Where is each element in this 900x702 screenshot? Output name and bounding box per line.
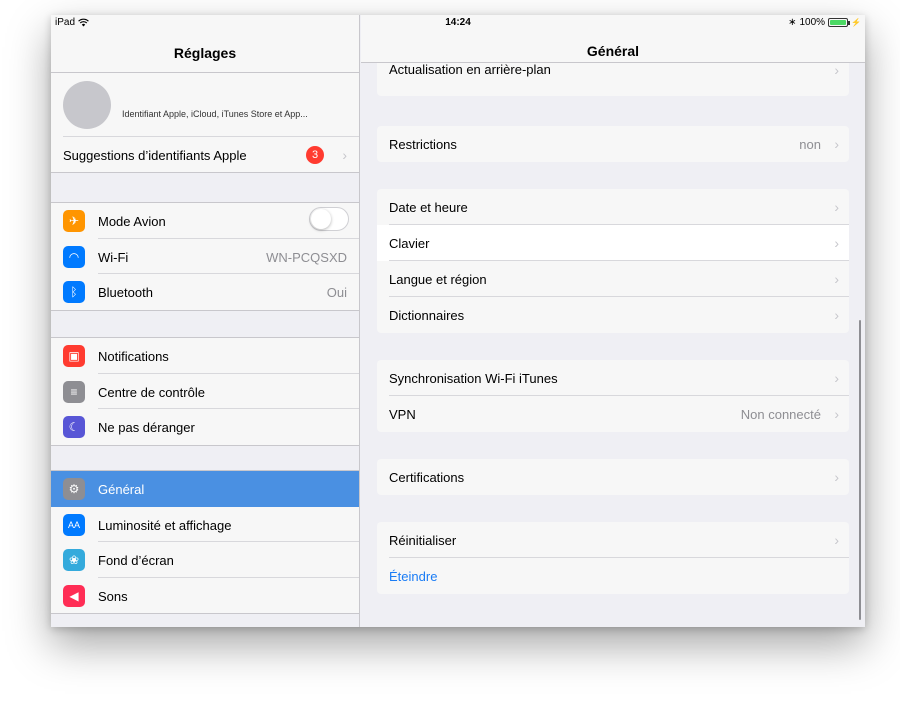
- battery-percent: 100%: [799, 17, 826, 28]
- airplane-icon: ✈: [63, 210, 85, 232]
- row-label: Clavier: [389, 236, 430, 251]
- settings-card: Réinitialiser › Éteindre: [377, 522, 849, 594]
- settings-card: Synchronisation Wi-Fi iTunes › VPN Non conn…: [377, 360, 849, 432]
- status-bar: iPad 14:24 ∗ 100% ⚡: [51, 15, 865, 31]
- chevron-right-icon: ›: [834, 199, 839, 215]
- sound-icon: ◀: [63, 584, 85, 607]
- sidebar-item-ne-pas-d-ranger[interactable]: ☾ Ne pas déranger: [51, 409, 359, 445]
- sidebar-item-centre-de-contr-le[interactable]: ≡ Centre de contrôle: [51, 374, 359, 409]
- airplane-mode-toggle[interactable]: [309, 207, 349, 231]
- sidebar-item-label: Centre de contrôle: [98, 384, 205, 400]
- sidebar-item-value: Oui: [326, 285, 347, 300]
- sidebar-item-label: Fond d’écran: [98, 553, 174, 568]
- settings-card: Date et heure › Clavier › Langue et région › D…: [377, 189, 849, 333]
- moon-icon: ☾: [63, 416, 85, 438]
- row-label: Actualisation en arrière-plan: [389, 62, 551, 77]
- sidebar-item-fond-d-cran[interactable]: ❀ Fond d’écran: [51, 542, 359, 578]
- row-label: VPN: [389, 407, 416, 422]
- row-label: Éteindre: [389, 569, 438, 584]
- notification-badge: 3: [306, 146, 324, 164]
- bluetooth-status-icon: ∗: [788, 17, 797, 28]
- settings-card: Restrictions non ›: [377, 126, 849, 162]
- sidebar-item-label: Sons: [98, 588, 128, 604]
- sidebar-item-label: Luminosité et affichage: [98, 517, 232, 533]
- row-label: Réinitialiser: [389, 533, 457, 548]
- row-label: Date et heure: [389, 200, 468, 215]
- wifi-icon: ◠: [63, 245, 85, 268]
- chevron-right-icon: ›: [834, 469, 839, 485]
- chevron-right-icon: ›: [834, 62, 839, 78]
- sidebar-item-label: Mode Avion: [98, 214, 166, 229]
- sidebar-item-label: Wi-Fi: [98, 249, 129, 265]
- settings-row-certifications[interactable]: Certifications ›: [377, 459, 849, 495]
- chevron-right-icon: ›: [342, 147, 347, 163]
- settings-row-dictionnaires[interactable]: Dictionnaires ›: [377, 297, 849, 333]
- sidebar-item-luminosit-et-affichage[interactable]: AA Luminosité et affichage: [51, 507, 359, 542]
- avatar: [63, 81, 111, 129]
- row-value: non: [799, 137, 821, 152]
- sidebar-item-mode-avion[interactable]: ✈ Mode Avion: [51, 203, 359, 239]
- row-label: Langue et région: [389, 272, 487, 287]
- apple-id-profile[interactable]: Identifiant Apple, iCloud, iTunes Store …: [51, 73, 359, 137]
- sidebar-item-label: Notifications: [98, 349, 169, 364]
- row-label: Synchronisation Wi-Fi iTunes: [389, 371, 558, 386]
- general-detail-pane: Général Actualisation en arrière-plan › Re…: [361, 15, 865, 627]
- sidebar-item-notifications[interactable]: ▣ Notifications: [51, 338, 359, 374]
- settings-sidebar: Réglages Identifiant Apple, iCloud, iTun…: [51, 15, 360, 627]
- row-label: Dictionnaires: [389, 308, 465, 323]
- display-group: ⚙ Général AA Luminosité et affichage ❀ Fond d…: [51, 470, 359, 614]
- sidebar-item-g-n-ral[interactable]: ⚙ Général: [51, 471, 359, 507]
- chevron-right-icon: ›: [834, 136, 839, 152]
- row-label: Restrictions: [389, 137, 457, 152]
- connectivity-group: ✈ Mode Avion ◠ Wi-Fi WN-PCQSXD ᛒ Bluetooth Oui: [51, 202, 359, 311]
- brightness-icon: AA: [63, 513, 85, 536]
- apple-id-suggestions[interactable]: Suggestions d’identifiants Apple 3 ›: [51, 137, 359, 173]
- sidebar-item-label: Ne pas déranger: [98, 420, 195, 435]
- sidebar-title: Réglages: [173, 45, 237, 61]
- wallpaper-icon: ❀: [63, 549, 85, 571]
- sidebar-item-wi-fi[interactable]: ◠ Wi-Fi WN-PCQSXD: [51, 239, 359, 274]
- settings-card: Certifications ›: [377, 459, 849, 495]
- settings-row-clavier[interactable]: Clavier ›: [377, 225, 849, 261]
- scroll-indicator[interactable]: [859, 320, 861, 620]
- bluetooth-icon: ᛒ: [63, 281, 85, 303]
- battery-fill: [830, 20, 847, 25]
- toggle-knob: [311, 209, 331, 229]
- detail-title: Général: [586, 43, 640, 59]
- status-right: ∗ 100% ⚡: [788, 17, 861, 28]
- suggestions-label: Suggestions d’identifiants Apple: [63, 148, 247, 163]
- settings-card: Actualisation en arrière-plan ›: [377, 62, 849, 96]
- sidebar-item-value: WN-PCQSXD: [266, 249, 347, 265]
- charging-icon: ⚡: [851, 18, 861, 27]
- sidebar-item-sons[interactable]: ◀ Sons: [51, 578, 359, 614]
- sidebar-item-label: Général: [98, 482, 145, 497]
- notifications-icon: ▣: [63, 345, 85, 367]
- row-label: Certifications: [389, 470, 465, 485]
- system-group: ▣ Notifications ≡ Centre de contrôle ☾ Ne pas…: [51, 337, 359, 446]
- ipad-screen: iPad 14:24 ∗ 100% ⚡ Réglages Identifiant…: [51, 15, 865, 627]
- chevron-right-icon: ›: [834, 406, 839, 422]
- chevron-right-icon: ›: [834, 271, 839, 287]
- settings-row-r-initialiser[interactable]: Réinitialiser ›: [377, 522, 849, 558]
- chevron-right-icon: ›: [834, 370, 839, 386]
- gear-icon: ⚙: [63, 478, 85, 500]
- settings-row-synchronisation-wi-fi-itunes[interactable]: Synchronisation Wi-Fi iTunes ›: [377, 360, 849, 396]
- settings-row-langue-et-r-gion[interactable]: Langue et région ›: [377, 261, 849, 297]
- row-value: Non connecté: [740, 407, 821, 422]
- chevron-right-icon: ›: [834, 307, 839, 323]
- profile-subtitle: Identifiant Apple, iCloud, iTunes Store …: [122, 109, 308, 119]
- battery-icon: [828, 18, 851, 27]
- sidebar-item-bluetooth[interactable]: ᛒ Bluetooth Oui: [51, 274, 359, 310]
- settings-row--teindre[interactable]: Éteindre: [377, 558, 849, 594]
- settings-row-actualisation-en-arri-re-plan[interactable]: Actualisation en arrière-plan ›: [377, 62, 849, 96]
- chevron-right-icon: ›: [834, 532, 839, 548]
- settings-row-date-et-heure[interactable]: Date et heure ›: [377, 189, 849, 225]
- chevron-right-icon: ›: [834, 235, 839, 251]
- sidebar-item-label: Bluetooth: [98, 285, 153, 300]
- status-time: 14:24: [445, 17, 471, 28]
- settings-row-vpn[interactable]: VPN Non connecté ›: [377, 396, 849, 432]
- settings-row-restrictions[interactable]: Restrictions non ›: [377, 126, 849, 162]
- control-center-icon: ≡: [63, 380, 85, 403]
